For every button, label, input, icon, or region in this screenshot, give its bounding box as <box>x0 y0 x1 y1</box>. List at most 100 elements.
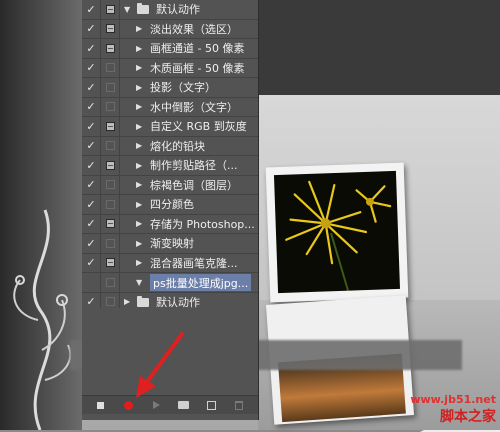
action-label: 熔化的铅块 <box>150 139 205 153</box>
action-row[interactable]: ✓ ▶ 画框通道 - 50 像素 <box>82 39 258 59</box>
action-row[interactable]: ✓ ▶ 混合器画笔克隆... <box>82 253 258 273</box>
toggle-item-checkbox[interactable]: ✓ <box>82 97 101 116</box>
action-row[interactable]: ✓ ▶ 木质画框 - 50 像素 <box>82 58 258 78</box>
dialog-icon <box>105 82 115 92</box>
toggle-item-checkbox[interactable]: ✓ <box>82 234 101 253</box>
toggle-item-checkbox[interactable]: ✓ <box>82 0 101 19</box>
action-row[interactable]: ✓ ▶ 棕褐色调（图层） <box>82 175 258 195</box>
toggle-dialog-checkbox[interactable] <box>101 214 120 233</box>
toggle-dialog-checkbox[interactable] <box>101 97 120 116</box>
toggle-item-checkbox[interactable]: ✓ <box>82 175 101 194</box>
collapsed-triangle-icon[interactable]: ▶ <box>136 254 142 273</box>
toggle-item-checkbox[interactable]: ✓ <box>82 39 101 58</box>
toggle-dialog-checkbox[interactable] <box>101 136 120 155</box>
collapsed-triangle-icon[interactable]: ▶ <box>136 195 142 214</box>
toggle-item-checkbox[interactable]: ✓ <box>82 253 101 272</box>
dialog-icon <box>105 199 115 209</box>
toggle-item-checkbox[interactable]: ✓ <box>82 214 101 233</box>
flower-photo-frame <box>265 162 409 303</box>
action-row[interactable]: ✓ ▶ 淡出效果（选区） <box>82 19 258 39</box>
action-label: ps批量处理成jpg... <box>150 274 252 291</box>
collapsed-triangle-icon[interactable]: ▶ <box>136 20 142 39</box>
toggle-dialog-checkbox[interactable] <box>101 175 120 194</box>
collapsed-triangle-icon[interactable]: ▶ <box>136 59 142 78</box>
vine-decoration <box>13 209 72 430</box>
chrysanthemum-image <box>285 180 392 291</box>
dialog-icon <box>105 43 115 53</box>
action-label: 自定义 RGB 到灰度 <box>150 120 247 134</box>
action-row[interactable]: ✓ ▶ 存储为 Photoshop... <box>82 214 258 234</box>
stop-icon <box>97 401 105 409</box>
toggle-item-checkbox[interactable]: ✓ <box>82 19 101 38</box>
toggle-dialog-checkbox[interactable] <box>101 234 120 253</box>
toggle-item-checkbox[interactable]: ✓ <box>82 136 101 155</box>
record-icon <box>123 400 133 410</box>
begin-recording-button[interactable] <box>119 398 137 412</box>
watermark: www.jb51.net 脚本之家 <box>410 392 500 432</box>
collapsed-triangle-icon[interactable]: ▶ <box>136 234 142 253</box>
collapsed-triangle-icon[interactable]: ▶ <box>136 137 142 156</box>
toggle-dialog-checkbox[interactable] <box>101 78 120 97</box>
create-new-set-button[interactable] <box>175 398 193 412</box>
toggle-dialog-checkbox[interactable] <box>101 156 120 175</box>
toggle-dialog-checkbox[interactable] <box>101 195 120 214</box>
collapsed-triangle-icon[interactable]: ▶ <box>136 98 142 117</box>
create-new-action-button[interactable] <box>203 398 221 412</box>
watermark-url: www.jb51.net <box>410 393 496 406</box>
action-row[interactable]: ✓ ▶ 水中倒影（文字） <box>82 97 258 117</box>
dialog-icon <box>105 258 115 268</box>
toggle-dialog-checkbox[interactable] <box>101 253 120 272</box>
action-row[interactable]: ✓ ▶ 制作剪贴路径（... <box>82 156 258 176</box>
dialog-icon <box>105 121 115 131</box>
expanded-triangle-icon[interactable]: ▼ <box>124 0 130 19</box>
action-row[interactable]: ▼ ps批量处理成jpg... <box>82 273 258 293</box>
dialog-icon <box>105 277 115 287</box>
collapsed-triangle-icon[interactable]: ▶ <box>136 117 142 136</box>
toggle-dialog-checkbox[interactable] <box>101 273 120 292</box>
action-label: 投影（文字） <box>150 81 216 95</box>
collapsed-triangle-icon[interactable]: ▶ <box>136 156 142 175</box>
collapsed-triangle-icon[interactable]: ▶ <box>136 176 142 195</box>
collapsed-triangle-icon[interactable]: ▶ <box>136 78 142 97</box>
red-arrow-annotation <box>136 332 184 398</box>
dialog-icon <box>105 102 115 112</box>
dialog-icon <box>105 160 115 170</box>
dialog-icon <box>105 4 115 14</box>
actions-list: ✓ ▼ 默认动作 ✓ ▶ 淡出效果（选区） ✓ ▶ 画框通道 - 50 像素 ✓ ▶ 木质画框 - 5… <box>82 0 258 332</box>
action-set-row[interactable]: ✓ ▼ 默认动作 <box>82 0 258 20</box>
toggle-item-checkbox[interactable]: ✓ <box>82 156 101 175</box>
action-row[interactable]: ✓ ▶ 渐变映射 <box>82 234 258 254</box>
action-row[interactable]: ✓ ▶ 熔化的铅块 <box>82 136 258 156</box>
play-selection-button[interactable] <box>147 398 165 412</box>
toggle-item-checkbox[interactable]: ✓ <box>82 58 101 77</box>
toggle-dialog-checkbox[interactable] <box>101 117 120 136</box>
toggle-item-checkbox[interactable]: ✓ <box>82 117 101 136</box>
folder-icon <box>137 3 149 14</box>
toggle-dialog-checkbox[interactable] <box>101 58 120 77</box>
delete-button[interactable] <box>230 398 248 412</box>
action-label: 制作剪贴路径（... <box>150 159 238 173</box>
toggle-dialog-checkbox[interactable] <box>101 19 120 38</box>
toggle-dialog-checkbox[interactable] <box>101 39 120 58</box>
watermark-name: 脚本之家 <box>440 409 496 425</box>
toggle-item-checkbox[interactable]: ✓ <box>82 195 101 214</box>
action-row[interactable]: ✓ ▶ 四分颜色 <box>82 195 258 215</box>
new-item-icon <box>207 400 217 410</box>
dialog-icon <box>105 63 115 73</box>
action-row[interactable]: ✓ ▶ 投影（文字） <box>82 78 258 98</box>
toggle-dialog-checkbox[interactable] <box>101 0 120 19</box>
expanded-triangle-icon[interactable]: ▼ <box>136 273 142 292</box>
action-label: 画框通道 - 50 像素 <box>150 42 245 56</box>
action-label: 渐变映射 <box>150 237 194 251</box>
action-row[interactable]: ✓ ▶ 自定义 RGB 到灰度 <box>82 117 258 137</box>
collapsed-triangle-icon[interactable]: ▶ <box>136 215 142 234</box>
play-icon <box>152 401 160 409</box>
stop-playing-button[interactable] <box>92 398 110 412</box>
toggle-item-checkbox[interactable] <box>82 273 101 292</box>
collapsed-triangle-icon[interactable]: ▶ <box>136 39 142 58</box>
trash-icon <box>235 400 244 410</box>
toggle-item-checkbox[interactable]: ✓ <box>82 78 101 97</box>
action-label: 混合器画笔克隆... <box>150 256 238 270</box>
dialog-icon <box>105 141 115 151</box>
action-label: 四分颜色 <box>150 198 194 212</box>
